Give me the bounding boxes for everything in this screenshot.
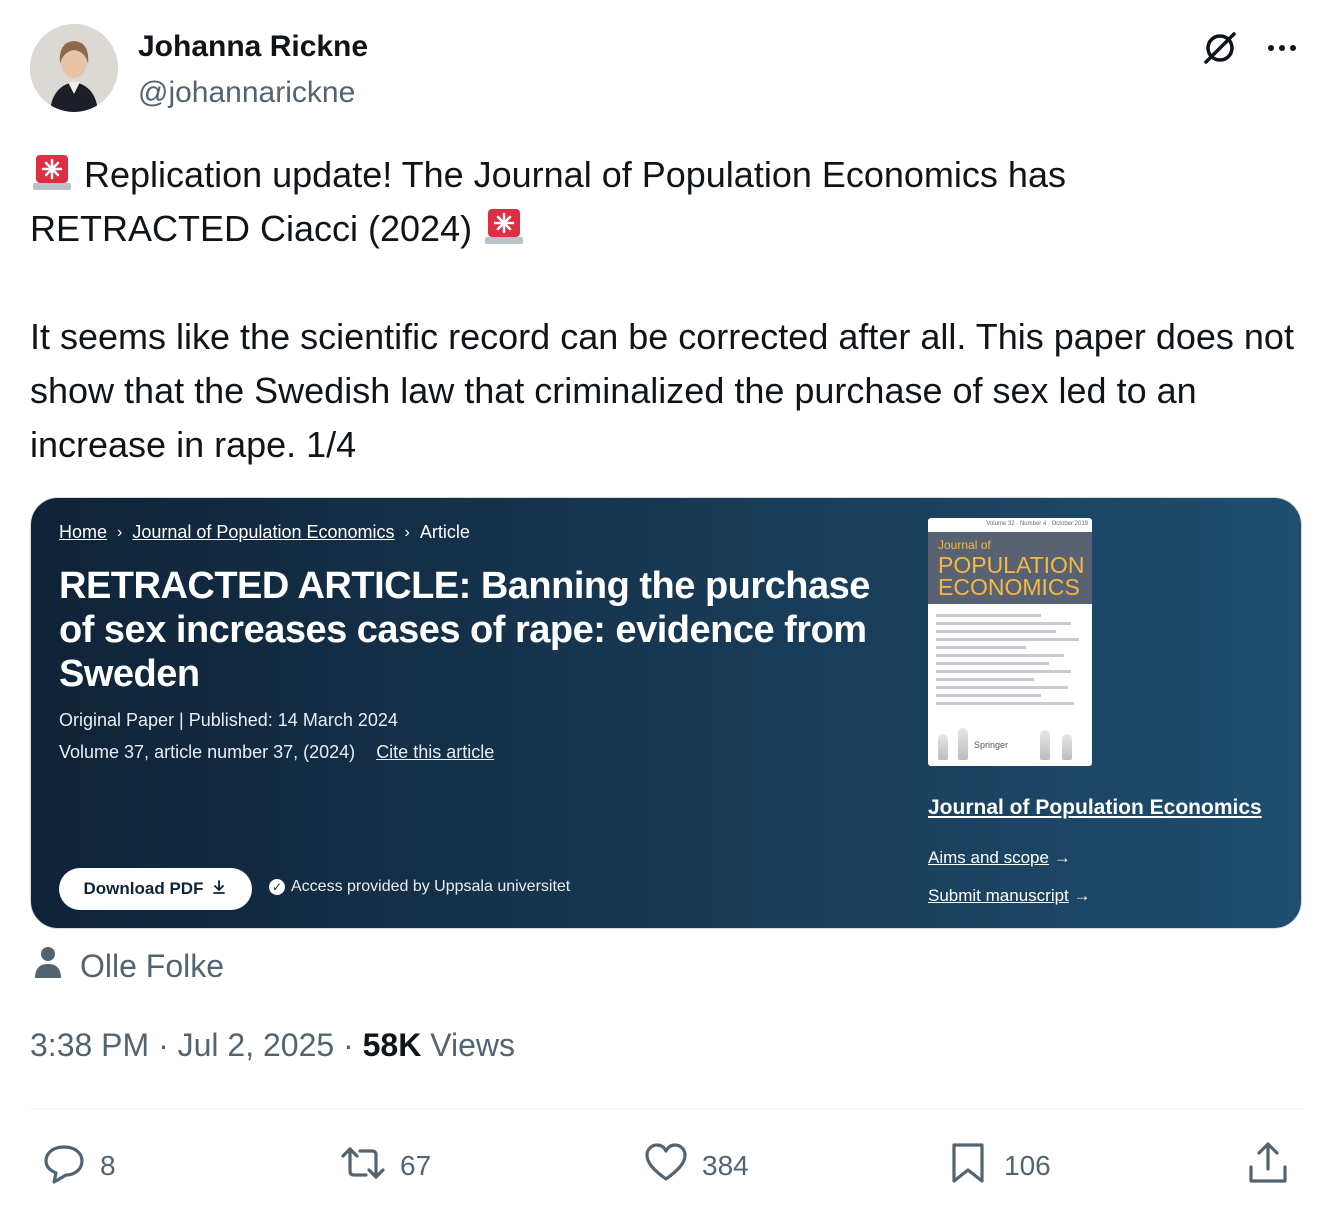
like-button[interactable]: 384 (642, 1140, 749, 1192)
divider (30, 1108, 1302, 1109)
tweet-text: Replication update! The Journal of Popul… (30, 148, 1315, 472)
more-icon[interactable] (1262, 28, 1302, 68)
repost-button[interactable]: 67 (338, 1140, 431, 1192)
journal-link: Journal of Population Economics (928, 796, 1262, 819)
cover-figure (1062, 734, 1072, 760)
author-handle[interactable]: @johannarickne (138, 76, 355, 110)
breadcrumb: Home › Journal of Population Economics ›… (59, 522, 470, 543)
siren-icon (30, 149, 74, 193)
person-icon (30, 944, 66, 988)
repost-count: 67 (400, 1150, 432, 1181)
check-icon: ✓ (269, 879, 285, 895)
breadcrumb-home: Home (59, 522, 108, 542)
aims-label: Aims and scope (928, 848, 1049, 867)
tagged-user-name: Olle Folke (80, 947, 225, 984)
cover-publisher: Springer (974, 740, 1009, 750)
cover-volume: Volume 32 · Number 4 · October 2019 (986, 521, 1088, 527)
aims-link: Aims and scope → (928, 848, 1071, 868)
breadcrumb-article: Article (419, 522, 470, 542)
reply-button[interactable]: 8 (40, 1140, 116, 1192)
bookmark-count: 106 (1004, 1150, 1051, 1181)
bookmark-button[interactable]: 106 (944, 1140, 1051, 1192)
article-title: RETRACTED ARTICLE: Banning the purchase … (59, 565, 870, 695)
submit-link: Submit manuscript → (928, 886, 1091, 906)
cover-contents (936, 614, 1086, 710)
cover-title-2: ECONOMICS (938, 574, 1080, 600)
cover-title: POPULATION ECONOMICS (938, 554, 1085, 600)
download-icon (211, 879, 227, 900)
tweet-timestamp: 3:38 PM · Jul 2, 2025 · 58K Views (30, 1027, 515, 1064)
tweet-text-line1: Replication update! The Journal of Popul… (84, 154, 1066, 195)
cover-journal-of: Journal of (938, 538, 991, 552)
arrow-right-icon: → (1053, 848, 1071, 867)
article-volume: Volume 37, article number 37, (2024) Cit… (59, 742, 494, 763)
chevron-right-icon: › (117, 523, 123, 541)
bookmark-icon (944, 1139, 992, 1194)
like-icon (642, 1139, 690, 1194)
journal-cover: Volume 32 · Number 4 · October 2019 Jour… (928, 518, 1092, 766)
cover-figure (1040, 730, 1050, 760)
share-button[interactable] (1244, 1140, 1292, 1192)
media-image[interactable]: Home › Journal of Population Economics ›… (30, 497, 1302, 929)
tagged-user[interactable]: Olle Folke (30, 944, 224, 988)
article-volume-text: Volume 37, article number 37, (2024) (59, 742, 356, 762)
grok-icon[interactable] (1200, 28, 1240, 68)
cover-figure (958, 728, 968, 760)
submit-label: Submit manuscript (928, 886, 1069, 905)
cite-link: Cite this article (376, 742, 495, 762)
reply-count: 8 (100, 1150, 116, 1181)
cover-figure (938, 734, 948, 760)
access-text: Access provided by Uppsala universitet (291, 878, 571, 895)
reply-icon (40, 1139, 88, 1194)
siren-icon (482, 203, 526, 247)
repost-icon (338, 1139, 388, 1194)
share-icon (1244, 1139, 1292, 1194)
download-pdf-label: Download PDF (83, 879, 204, 898)
views-count: 58K (362, 1027, 422, 1063)
access-note: ✓ Access provided by Uppsala universitet (269, 878, 570, 896)
chevron-right-icon: › (404, 523, 410, 541)
views-label: Views (421, 1027, 515, 1063)
download-pdf-button: Download PDF (59, 868, 252, 910)
tweet-text-line2: RETRACTED Ciacci (2024) (30, 208, 473, 249)
avatar[interactable] (30, 24, 118, 112)
article-meta: Original Paper | Published: 14 March 202… (59, 710, 398, 730)
breadcrumb-journal: Journal of Population Economics (132, 522, 395, 542)
author-name[interactable]: Johanna Rickne (138, 30, 368, 64)
tweet-text-para2: It seems like the scientific record can … (30, 316, 1294, 465)
tweet-time[interactable]: 3:38 PM · Jul 2, 2025 · (30, 1027, 363, 1063)
arrow-right-icon: → (1073, 886, 1091, 905)
like-count: 384 (702, 1150, 749, 1181)
